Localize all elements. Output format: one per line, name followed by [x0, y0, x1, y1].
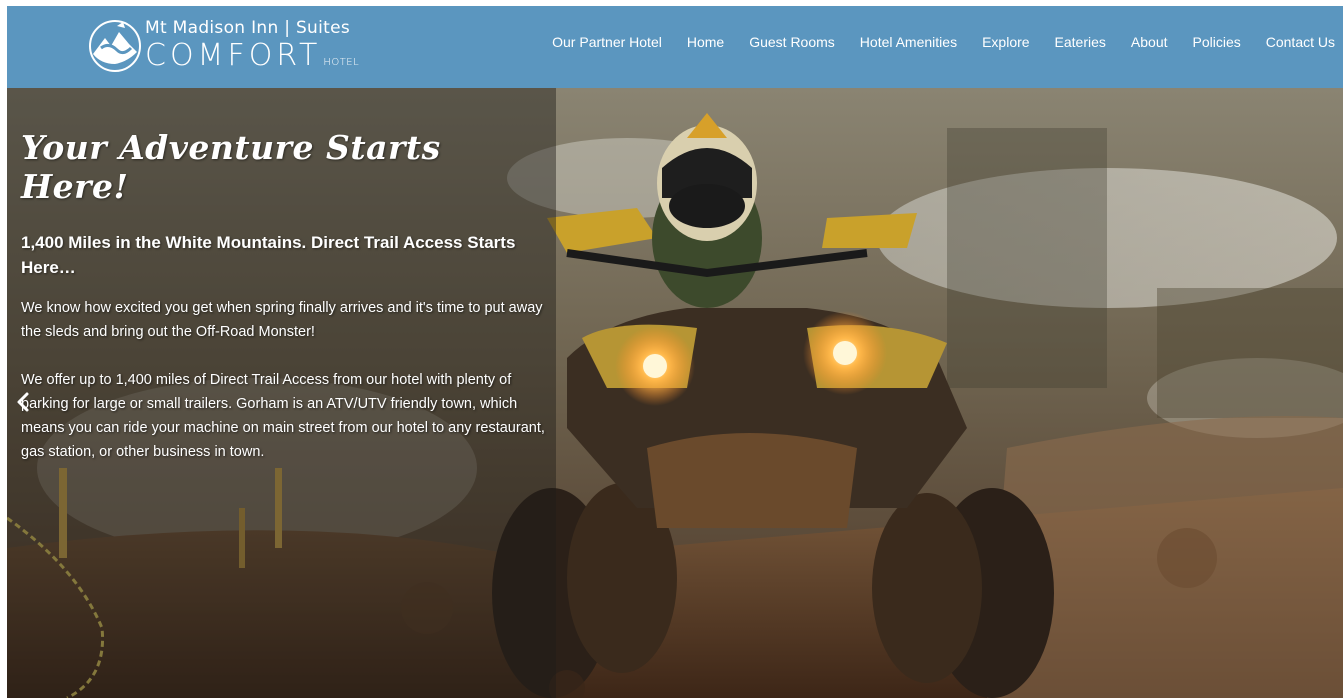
page: Mt Madison Inn | Suites COMFORT HOTEL Our… [0, 0, 1343, 698]
nav-eateries[interactable]: Eateries [1055, 34, 1106, 50]
nav-policies[interactable]: Policies [1193, 34, 1241, 50]
mountain-logo-icon [89, 20, 141, 72]
nav-hotel-amenities[interactable]: Hotel Amenities [860, 34, 957, 50]
nav-contact-us[interactable]: Contact Us [1266, 34, 1335, 50]
nav-about[interactable]: About [1131, 34, 1168, 50]
hero-slider: Your Adventure Starts Here! 1,400 Miles … [7, 88, 1343, 698]
nav-our-partner-hotel[interactable]: Our Partner Hotel [552, 34, 662, 50]
hero-paragraph-1: We know how excited you get when spring … [21, 300, 543, 340]
logo-wordmark: COMFORT [145, 38, 322, 73]
hero-subhead: 1,400 Miles in the White Mountains. Dire… [21, 233, 516, 277]
nav-guest-rooms[interactable]: Guest Rooms [749, 34, 835, 50]
site-header: Mt Madison Inn | Suites COMFORT HOTEL Our… [7, 6, 1343, 88]
nav-explore[interactable]: Explore [982, 34, 1029, 50]
site-logo[interactable]: Mt Madison Inn | Suites COMFORT HOTEL [87, 14, 387, 78]
chevron-left-icon[interactable] [15, 391, 31, 413]
main-nav: Our Partner Hotel Home Guest Rooms Hotel… [527, 34, 1335, 50]
hero-paragraph-2: We offer up to 1,400 miles of Direct Tra… [21, 372, 545, 460]
hero-title: Your Adventure Starts Here! [21, 128, 441, 206]
nav-home[interactable]: Home [687, 34, 724, 50]
hero-content: Your Adventure Starts Here! 1,400 Miles … [21, 128, 546, 488]
logo-suffix: HOTEL [323, 57, 360, 68]
logo-line-1: Mt Madison Inn | Suites [145, 18, 351, 38]
logo-line-2: COMFORT HOTEL [145, 38, 359, 73]
